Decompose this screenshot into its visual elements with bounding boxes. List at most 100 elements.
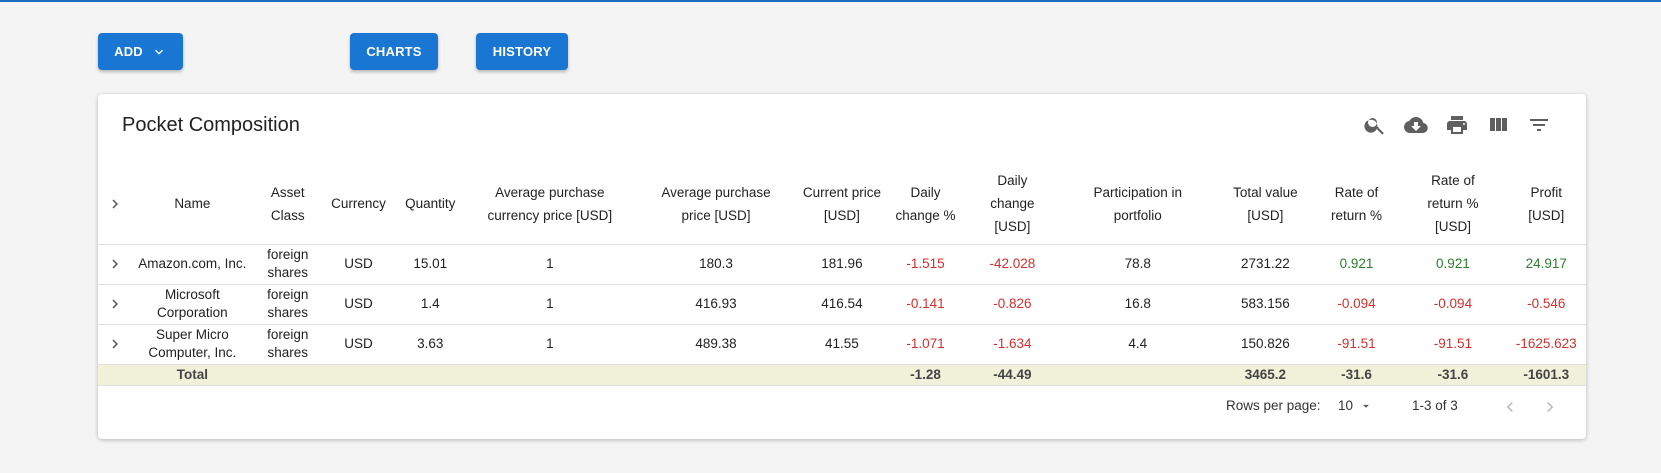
print-icon[interactable] <box>1444 112 1470 138</box>
column-header[interactable]: Profit [USD] <box>1506 164 1586 245</box>
chevron-right-icon <box>112 299 119 309</box>
total-empty-cell <box>799 364 885 386</box>
cell-daily-change-pct: -1.515 <box>884 244 967 285</box>
chevron-right-icon <box>112 199 119 209</box>
cell-asset-class: foreign shares <box>252 244 324 285</box>
chevron-right-icon <box>112 259 119 269</box>
table-row[interactable]: Amazon.com, Inc. foreign shares USD 15.0… <box>98 244 1586 285</box>
total-empty-cell <box>98 364 133 386</box>
cell-avg-price: 489.38 <box>632 324 800 365</box>
total-rate-of-return-usd: -31.6 <box>1399 364 1507 386</box>
table-row[interactable]: Microsoft Corporation foreign shares USD… <box>98 284 1586 325</box>
column-header[interactable]: Rate of return % <box>1313 164 1400 245</box>
column-header[interactable]: Participation in portfolio <box>1058 164 1218 245</box>
cell-daily-change-pct: -0.141 <box>884 284 967 325</box>
cell-daily-change-usd: -0.826 <box>966 284 1059 325</box>
cell-asset-class: foreign shares <box>252 284 324 325</box>
cell-name: Microsoft Corporation <box>132 284 253 325</box>
dropdown-arrow-icon <box>1363 404 1369 408</box>
cell-rate-of-return-usd: -91.51 <box>1399 324 1507 365</box>
cell-daily-change-usd: -1.634 <box>966 324 1059 365</box>
cell-name: Super Micro Computer, Inc. <box>132 324 253 365</box>
cell-total-value: 2731.22 <box>1217 244 1314 285</box>
cell-avg-currency-price: 1 <box>466 244 633 285</box>
column-header[interactable]: Average purchase price [USD] <box>632 164 800 245</box>
cell-profit: -1625.623 <box>1506 324 1586 365</box>
expand-row-cell[interactable] <box>98 284 133 325</box>
column-header[interactable]: Name <box>132 164 253 245</box>
cell-participation: 4.4 <box>1058 324 1218 365</box>
cell-currency: USD <box>323 324 394 365</box>
cell-rate-of-return: 0.921 <box>1313 244 1400 285</box>
history-button[interactable]: HISTORY <box>476 33 568 70</box>
column-header[interactable]: Daily change [USD] <box>966 164 1059 245</box>
cell-daily-change-usd: -42.028 <box>966 244 1059 285</box>
cell-participation: 78.8 <box>1058 244 1218 285</box>
expand-row-cell[interactable] <box>98 324 133 365</box>
total-row: Total -1.28 -44.49 3465.2 -31.6 -31.6 -1… <box>98 364 1586 386</box>
total-label: Total <box>132 364 253 386</box>
cell-quantity: 1.4 <box>393 284 467 325</box>
rows-per-page-select[interactable]: 10 <box>1338 398 1373 413</box>
cell-rate-of-return-usd: 0.921 <box>1399 244 1507 285</box>
chevron-right-icon <box>112 339 119 349</box>
total-total-value: 3465.2 <box>1217 364 1314 386</box>
pagination-bar: Rows per page: 10 1-3 of 3 <box>98 391 1586 421</box>
view-columns-icon[interactable] <box>1485 112 1511 138</box>
add-button-label: ADD <box>114 44 143 59</box>
top-accent-line <box>0 0 1661 2</box>
cell-rate-of-return: -0.094 <box>1313 284 1400 325</box>
pagination-range: 1-3 of 3 <box>1412 398 1458 413</box>
rows-per-page-value: 10 <box>1338 398 1354 413</box>
total-empty-cell <box>632 364 800 386</box>
column-header[interactable]: Average purchase currency price [USD] <box>466 164 633 245</box>
cloud-download-icon[interactable] <box>1403 112 1429 138</box>
cell-daily-change-pct: -1.071 <box>884 324 967 365</box>
column-header[interactable]: Quantity <box>393 164 467 245</box>
cell-avg-currency-price: 1 <box>466 324 633 365</box>
cell-avg-currency-price: 1 <box>466 284 633 325</box>
chevron-right-icon <box>1547 402 1554 412</box>
filter-icon[interactable] <box>1526 112 1552 138</box>
cell-quantity: 15.01 <box>393 244 467 285</box>
previous-page-button[interactable] <box>1498 395 1522 419</box>
expand-all-cell[interactable] <box>98 164 133 245</box>
cell-avg-price: 416.93 <box>632 284 800 325</box>
card-title: Pocket Composition <box>122 114 300 136</box>
cell-avg-price: 180.3 <box>632 244 800 285</box>
total-profit: -1601.3 <box>1506 364 1586 386</box>
cell-profit: 24.917 <box>1506 244 1586 285</box>
header-row: Name Asset Class Currency Quantity Avera… <box>98 164 1586 245</box>
search-icon[interactable] <box>1362 112 1388 138</box>
chevron-left-icon <box>1506 402 1513 412</box>
total-daily-change-pct: -1.28 <box>884 364 967 386</box>
table-row[interactable]: Super Micro Computer, Inc. foreign share… <box>98 324 1586 365</box>
total-empty-cell <box>1058 364 1218 386</box>
add-button[interactable]: ADD <box>98 33 183 70</box>
column-header[interactable]: Rate of return % [USD] <box>1399 164 1507 245</box>
cell-profit: -0.546 <box>1506 284 1586 325</box>
rows-per-page-label: Rows per page: <box>1226 398 1321 413</box>
charts-button[interactable]: CHARTS <box>350 33 438 70</box>
cell-current-price: 41.55 <box>799 324 885 365</box>
column-header[interactable]: Daily change % <box>884 164 967 245</box>
composition-table: Name Asset Class Currency Quantity Avera… <box>98 164 1586 386</box>
column-header[interactable]: Total value [USD] <box>1217 164 1314 245</box>
cell-name: Amazon.com, Inc. <box>132 244 253 285</box>
cell-total-value: 583.156 <box>1217 284 1314 325</box>
cell-rate-of-return: -91.51 <box>1313 324 1400 365</box>
cell-total-value: 150.826 <box>1217 324 1314 365</box>
cell-asset-class: foreign shares <box>252 324 324 365</box>
expand-row-cell[interactable] <box>98 244 133 285</box>
cell-currency: USD <box>323 284 394 325</box>
column-header[interactable]: Current price [USD] <box>799 164 885 245</box>
column-header[interactable]: Currency <box>323 164 394 245</box>
column-header[interactable]: Asset Class <box>252 164 324 245</box>
total-rate-of-return: -31.6 <box>1313 364 1400 386</box>
total-empty-cell <box>393 364 467 386</box>
table-toolbar <box>1362 112 1552 138</box>
next-page-button[interactable] <box>1538 395 1562 419</box>
pocket-composition-card: Pocket Composition Name Asset Class Curr… <box>98 94 1586 439</box>
total-empty-cell <box>323 364 394 386</box>
cell-rate-of-return-usd: -0.094 <box>1399 284 1507 325</box>
